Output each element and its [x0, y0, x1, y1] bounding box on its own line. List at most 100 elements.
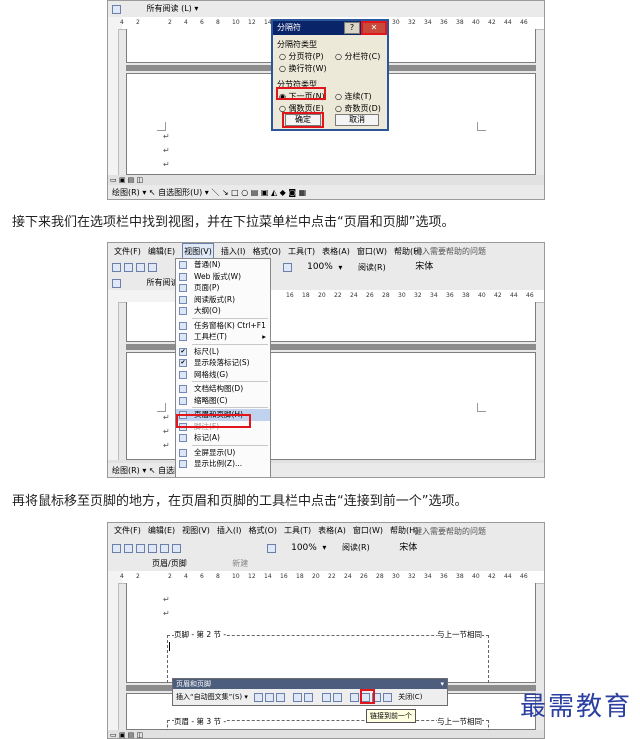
page-count-icon[interactable] [265, 692, 275, 702]
styles-icon[interactable] [112, 4, 121, 14]
view-normal-icon[interactable]: ▭ ▣ ▤ ◫ [110, 730, 143, 738]
footer-section-label: 页脚 - 第 2 节 - [174, 629, 227, 640]
view-menu-item-label: 显示比例(Z)... [194, 459, 243, 468]
zoom-box[interactable]: 100% [291, 539, 317, 557]
view-menu-item[interactable]: 全屏显示(U) [176, 447, 270, 459]
print-icon[interactable] [160, 543, 169, 553]
permission-icon[interactable] [148, 543, 157, 553]
view-menu-item[interactable]: ✔ 标尺(L) [176, 346, 270, 358]
save-icon[interactable] [136, 543, 145, 553]
menu-item[interactable]: 格式(O) [248, 523, 277, 539]
view-menu-item[interactable]: 任务窗格(K) Ctrl+F1 [176, 320, 270, 332]
view-menu-item[interactable]: 网格线(G) [176, 369, 270, 381]
view-menu-item[interactable]: 文档结构图(D) [176, 383, 270, 395]
font-box[interactable]: 宋体 [399, 539, 417, 557]
ruler-tick-label: 36 [440, 573, 448, 580]
zoom-dropdown-icon[interactable]: ▾ [322, 539, 326, 557]
new-icon[interactable] [112, 263, 121, 272]
style-dropdown[interactable]: 页眉/页脚 [152, 557, 187, 571]
view-menu-item[interactable]: ✔ 显示段落标记(S) [176, 357, 270, 369]
view-menu-item[interactable]: 普通(N) [176, 259, 270, 271]
ruler-tick-label: 44 [504, 573, 512, 580]
option-column-break[interactable]: ○ 分栏符(C) [335, 51, 380, 62]
view-menu-item[interactable]: Web 版式(W) [176, 271, 270, 283]
view-menu-item-label: 网格线(G) [194, 369, 229, 379]
footer-area[interactable]: 页脚 - 第 2 节 - 与上一节相同 [167, 629, 489, 683]
option-page-break[interactable]: ○ 分页符(P) [279, 51, 324, 62]
ruler-tick-label: 34 [424, 573, 432, 580]
toolbar-close-icon[interactable]: ▾ [440, 679, 444, 689]
insert-autotext-button[interactable]: 插入“自动图文集”(S) ▾ [176, 693, 248, 701]
option-odd-page[interactable]: ○ 奇数页(D) [335, 103, 381, 114]
view-menu-item[interactable]: 标记(A) [176, 432, 270, 444]
help-search-box[interactable]: 键入需要帮助的问题 [414, 526, 486, 537]
open-icon[interactable] [124, 543, 133, 553]
spelling-icon[interactable] [172, 543, 181, 553]
menu-item[interactable]: 编辑(E) [148, 523, 175, 539]
ruler-tick-label: 4 [184, 19, 188, 26]
menu-item[interactable]: 窗口(W) [357, 244, 387, 259]
menu-item[interactable]: 窗口(W) [353, 523, 383, 539]
cancel-button[interactable]: 取消 [335, 114, 379, 126]
menu-item[interactable]: 视图(V) [182, 523, 210, 539]
show-next-icon[interactable] [382, 692, 392, 702]
ruler-tick-label: 2 [168, 19, 172, 26]
format-page-number-icon[interactable] [276, 692, 286, 702]
menu-item[interactable]: 文件(F) [114, 523, 141, 539]
view-menu-item[interactable]: 大纲(O) [176, 305, 270, 317]
table-icon[interactable] [282, 263, 292, 272]
view-menu-item[interactable]: 工具栏(T) ▸ [176, 331, 270, 343]
option-text-wrapping[interactable]: ○ 换行符(W) [279, 63, 327, 74]
page-number-icon[interactable] [254, 692, 264, 702]
menu-item[interactable]: 表格(A) [322, 244, 350, 259]
screenshot-header-footer: 文件(F) 编辑(E) 视图(V) 插入(I) 格式(O) 工具(T) 表格(A) 窗口(W)… [107, 522, 545, 739]
styles-icon[interactable] [112, 278, 121, 288]
new-style-button[interactable]: 新建 [232, 557, 248, 571]
table-icon[interactable] [266, 543, 276, 553]
dialog-title: 分隔符 [277, 23, 301, 32]
read-button[interactable]: 阅读(R) [342, 539, 370, 557]
menu-item[interactable]: 工具(T) [284, 523, 311, 539]
menu-item[interactable]: 插入(I) [217, 523, 242, 539]
margin-mark-right [477, 403, 486, 412]
page-setup-icon[interactable] [321, 692, 331, 702]
permission-icon[interactable] [148, 263, 157, 272]
zoom-box[interactable]: 100% [307, 259, 333, 276]
option-continuous[interactable]: ○ 连续(T) [335, 91, 372, 102]
date-icon[interactable] [293, 692, 303, 702]
view-buttons-bar: ▭ ▣ ▤ ◫ [108, 730, 544, 738]
view-menu-item-label: 大纲(O) [194, 306, 221, 315]
help-search-box[interactable]: 键入需要帮助的问题 [414, 246, 486, 257]
read-button[interactable]: 阅读(R) [358, 259, 386, 276]
view-normal-icon[interactable]: ▭ ▣ ▤ ◫ [110, 175, 143, 185]
ruler-tick-label: 22 [328, 573, 336, 580]
ruler-tick-label: 26 [360, 573, 368, 580]
menu-item-icon [179, 321, 187, 330]
menu-item[interactable]: 表格(A) [318, 523, 346, 539]
menu-item-icon [179, 295, 187, 304]
link-to-previous-highlight [360, 689, 375, 704]
menu-item[interactable]: 文件(F) [114, 244, 141, 259]
style-dropdown[interactable]: 所有阅读 [147, 276, 179, 290]
menu-item[interactable]: 编辑(E) [148, 244, 175, 259]
open-icon[interactable] [124, 263, 133, 272]
menu-item[interactable]: 工具(T) [288, 244, 315, 259]
view-menu-item[interactable]: 显示比例(Z)... [176, 458, 270, 470]
show-hide-text-icon[interactable] [332, 692, 342, 702]
link-to-previous-icon[interactable] [349, 692, 359, 702]
zoom-dropdown-icon[interactable]: ▾ [338, 259, 342, 276]
vertical-ruler [108, 583, 119, 730]
close-header-footer-button[interactable]: 关闭(C) [398, 693, 422, 701]
menu-item-icon [179, 272, 187, 281]
font-box[interactable]: 宋体 [415, 259, 433, 276]
help-button[interactable]: ? [344, 22, 360, 34]
view-menu-item[interactable]: 缩略图(C) [176, 395, 270, 407]
save-icon[interactable] [136, 263, 145, 272]
view-menu-item[interactable]: 阅读版式(R) [176, 294, 270, 306]
style-dropdown[interactable]: 所有阅读 (L) ▾ [147, 1, 199, 17]
new-icon[interactable] [112, 543, 121, 553]
view-menu-item[interactable]: 页面(P) [176, 282, 270, 294]
drawing-toolbar-items[interactable]: 绘图(R) ▾ ↖ 自选图形(U) ▾ ＼ ↘ □ ○ ▤ ▣ ◭ ◆ ◙ ▦ [112, 185, 306, 199]
ruler-tick-label: 46 [526, 292, 534, 299]
time-icon[interactable] [304, 692, 314, 702]
